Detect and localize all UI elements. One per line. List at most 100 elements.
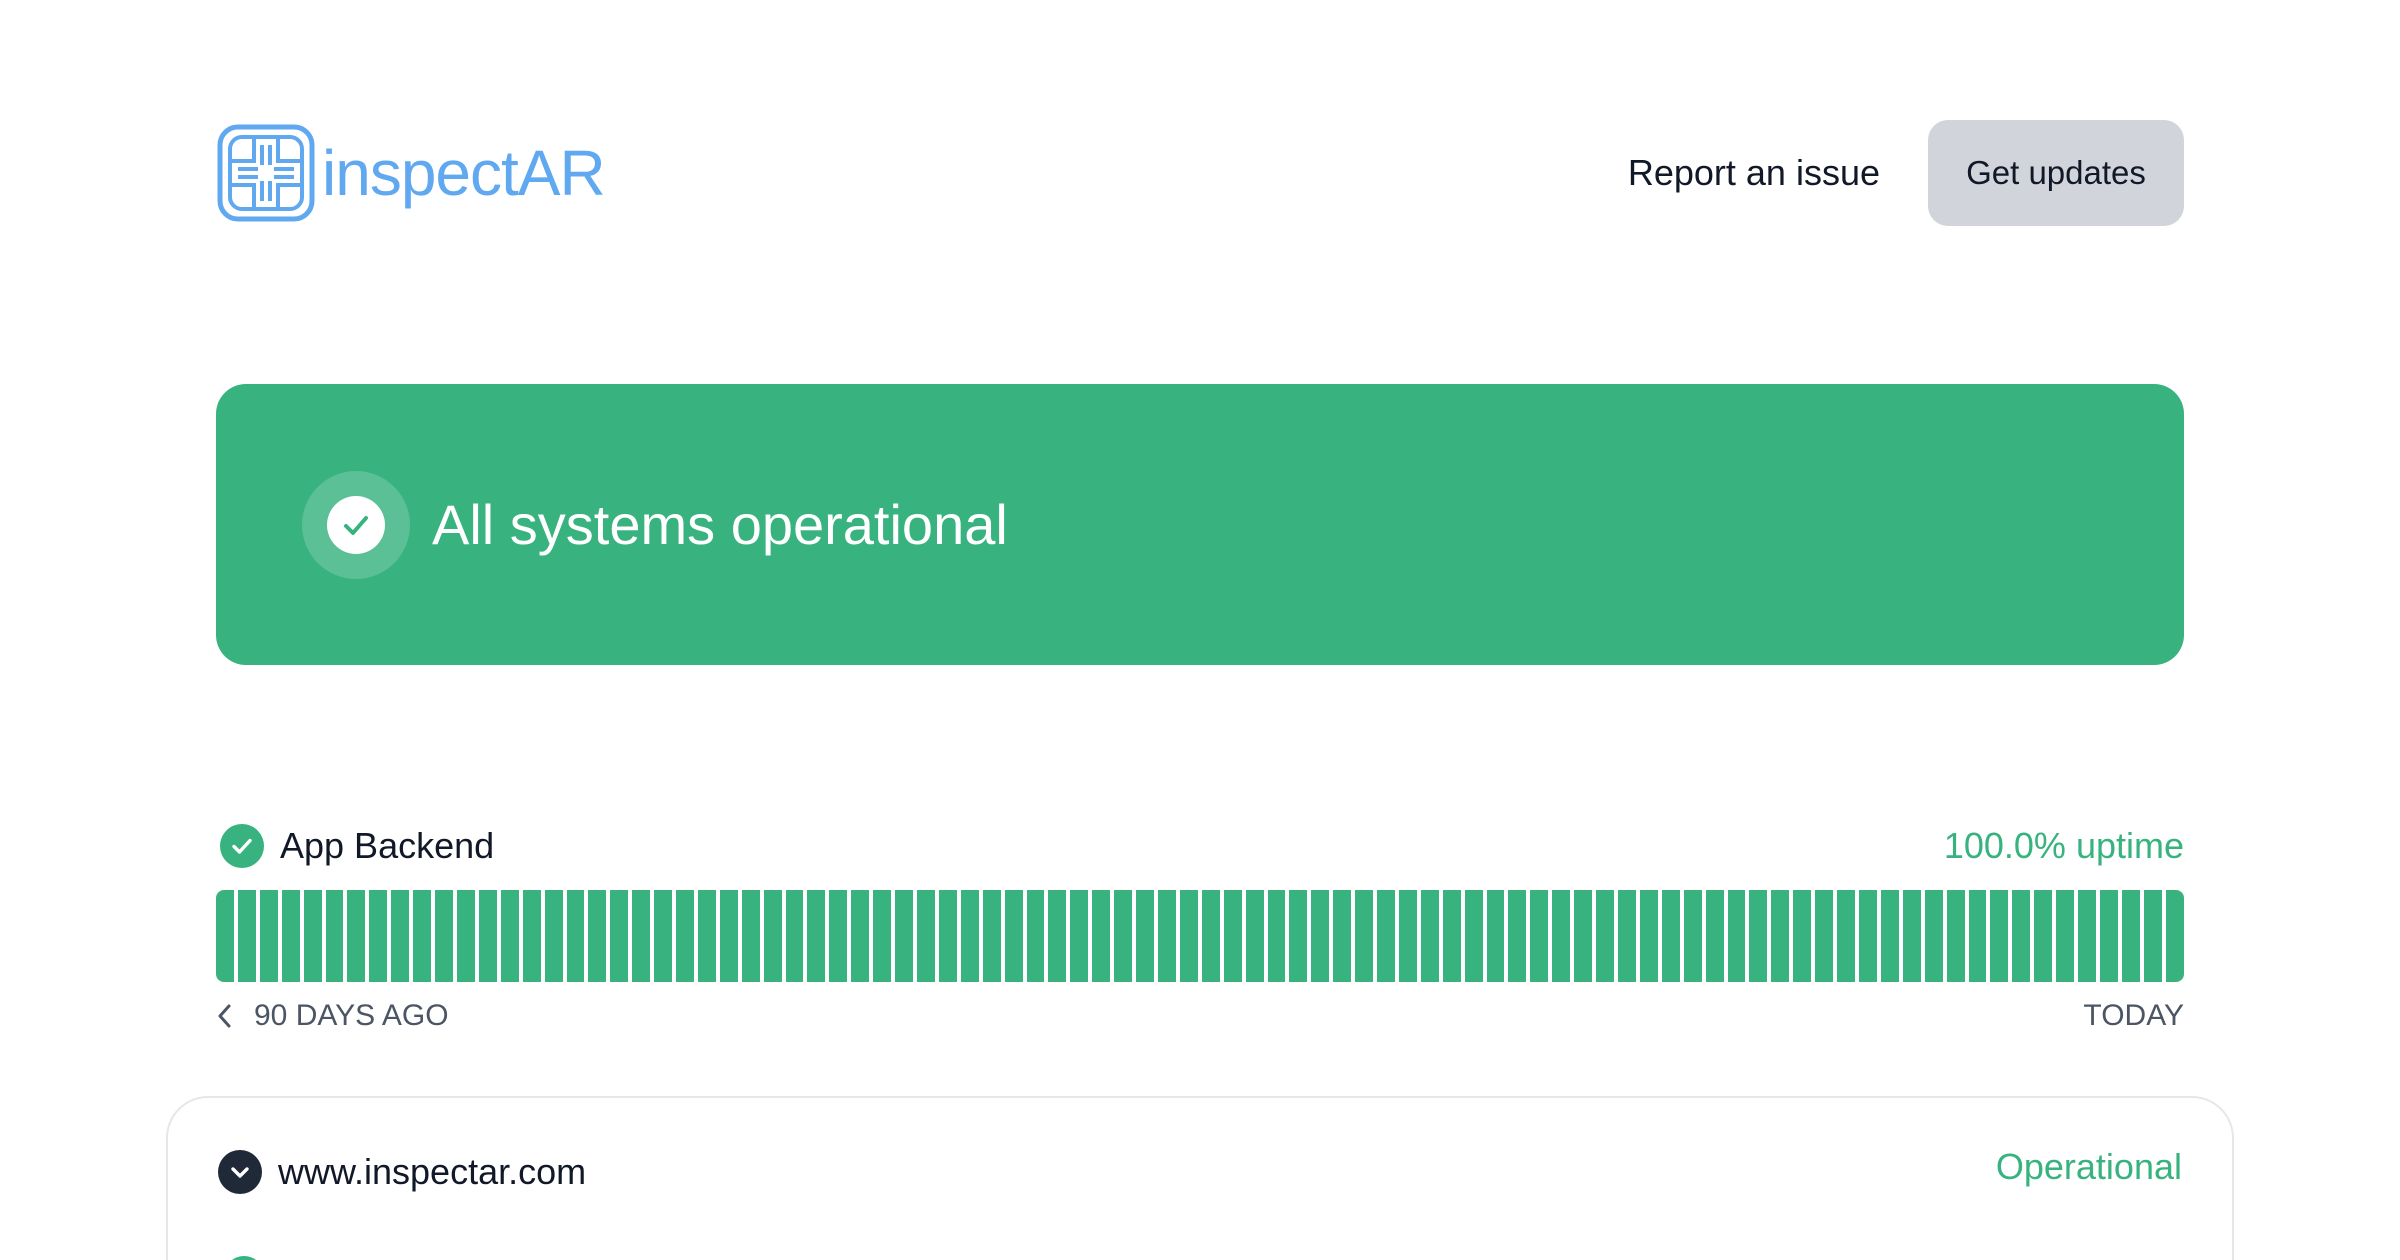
uptime-day-bar[interactable] [1902, 890, 1921, 982]
uptime-day-bar[interactable] [2078, 890, 2096, 982]
uptime-day-bar[interactable] [719, 890, 738, 982]
uptime-day-bar[interactable] [829, 890, 848, 982]
uptime-day-bar[interactable] [2012, 890, 2031, 982]
uptime-day-bar[interactable] [2034, 890, 2053, 982]
logo[interactable]: inspectAR [216, 123, 606, 223]
uptime-day-bar[interactable] [1705, 890, 1724, 982]
uptime-day-bar[interactable] [413, 890, 432, 982]
uptime-day-bar[interactable] [763, 890, 782, 982]
uptime-day-bar[interactable] [1355, 890, 1374, 982]
uptime-day-bar[interactable] [1398, 890, 1417, 982]
uptime-day-bar[interactable] [1749, 890, 1768, 982]
uptime-day-bar[interactable] [1661, 890, 1680, 982]
uptime-day-bar[interactable] [1837, 890, 1855, 982]
header: inspectAR Report an issue Get updates [216, 120, 2184, 226]
uptime-day-bar[interactable] [610, 890, 629, 982]
uptime-day-bar[interactable] [1377, 890, 1395, 982]
uptime-day-bar[interactable] [654, 890, 673, 982]
uptime-day-bar[interactable] [1639, 890, 1658, 982]
uptime-day-bar[interactable] [938, 890, 957, 982]
uptime-day-bar[interactable] [2143, 890, 2162, 982]
uptime-day-bar[interactable] [1508, 890, 1527, 982]
uptime-day-bar[interactable] [1596, 890, 1614, 982]
uptime-day-bar[interactable] [741, 890, 760, 982]
uptime-day-bar[interactable] [895, 890, 913, 982]
chevron-down-icon[interactable] [218, 1150, 262, 1194]
uptime-day-bar[interactable] [1201, 890, 1220, 982]
uptime-day-bar[interactable] [2099, 890, 2118, 982]
uptime-day-bar[interactable] [1464, 890, 1483, 982]
uptime-day-bar[interactable] [1092, 890, 1111, 982]
component-title: App Backend [216, 824, 494, 868]
uptime-day-bar[interactable] [566, 890, 585, 982]
uptime-day-bar[interactable] [391, 890, 410, 982]
uptime-day-bar[interactable] [303, 890, 322, 982]
get-updates-button[interactable]: Get updates [1928, 120, 2184, 226]
uptime-day-bar[interactable] [1968, 890, 1987, 982]
uptime-day-bar[interactable] [1530, 890, 1549, 982]
uptime-day-bar[interactable] [1574, 890, 1593, 982]
uptime-day-bar[interactable] [807, 890, 826, 982]
uptime-day-bar[interactable] [544, 890, 563, 982]
uptime-day-bar[interactable] [1793, 890, 1812, 982]
uptime-day-bar[interactable] [1552, 890, 1571, 982]
uptime-day-bar[interactable] [960, 890, 979, 982]
uptime-day-bar[interactable] [1442, 890, 1461, 982]
uptime-day-bar[interactable] [1946, 890, 1965, 982]
report-issue-link[interactable]: Report an issue [1628, 152, 1880, 194]
uptime-day-bar[interactable] [1683, 890, 1702, 982]
uptime-day-bar[interactable] [522, 890, 541, 982]
uptime-day-bar[interactable] [1420, 890, 1439, 982]
uptime-day-bar[interactable] [1048, 890, 1067, 982]
uptime-day-bar[interactable] [259, 890, 278, 982]
uptime-day-bar[interactable] [1727, 890, 1746, 982]
uptime-day-bar[interactable] [1179, 890, 1198, 982]
chevron-left-icon[interactable] [216, 1003, 232, 1029]
uptime-day-bar[interactable] [1114, 890, 1133, 982]
uptime-day-bar[interactable] [2056, 890, 2075, 982]
uptime-day-bar[interactable] [917, 890, 935, 982]
group-header[interactable]: www.inspectar.com Operational [218, 1146, 2182, 1194]
uptime-day-bar[interactable] [325, 890, 344, 982]
uptime-day-bar[interactable] [2165, 890, 2184, 982]
uptime-day-bar[interactable] [435, 890, 453, 982]
uptime-day-bar[interactable] [1026, 890, 1045, 982]
uptime-day-bar[interactable] [1004, 890, 1023, 982]
uptime-day-bar[interactable] [1618, 890, 1636, 982]
component-uptime: 100.0% uptime [1943, 825, 2184, 866]
uptime-day-bar[interactable] [982, 890, 1001, 982]
uptime-day-bar[interactable] [632, 890, 651, 982]
uptime-day-bar[interactable] [347, 890, 366, 982]
uptime-day-bar[interactable] [216, 890, 234, 982]
uptime-day-bar[interactable] [237, 890, 256, 982]
uptime-day-bar[interactable] [369, 890, 388, 982]
range-start[interactable]: 90 DAYS AGO [216, 999, 449, 1033]
uptime-day-bar[interactable] [1245, 890, 1264, 982]
uptime-day-bar[interactable] [1223, 890, 1242, 982]
uptime-day-bar[interactable] [588, 890, 607, 982]
uptime-day-bar[interactable] [1771, 890, 1790, 982]
uptime-day-bar[interactable] [1070, 890, 1089, 982]
uptime-day-bar[interactable] [478, 890, 497, 982]
uptime-day-bar[interactable] [1815, 890, 1834, 982]
uptime-day-bar[interactable] [676, 890, 694, 982]
uptime-day-bar[interactable] [785, 890, 804, 982]
uptime-day-bar[interactable] [873, 890, 892, 982]
uptime-day-bar[interactable] [1267, 890, 1286, 982]
uptime-day-bar[interactable] [1289, 890, 1308, 982]
uptime-day-bar[interactable] [851, 890, 870, 982]
uptime-day-bar[interactable] [500, 890, 519, 982]
uptime-day-bar[interactable] [697, 890, 716, 982]
uptime-day-bar[interactable] [1486, 890, 1505, 982]
uptime-day-bar[interactable] [456, 890, 475, 982]
uptime-day-bar[interactable] [1924, 890, 1943, 982]
uptime-day-bar[interactable] [1880, 890, 1899, 982]
uptime-day-bar[interactable] [281, 890, 300, 982]
uptime-day-bar[interactable] [1311, 890, 1330, 982]
uptime-day-bar[interactable] [1990, 890, 2009, 982]
uptime-day-bar[interactable] [1333, 890, 1352, 982]
uptime-day-bar[interactable] [2121, 890, 2140, 982]
uptime-day-bar[interactable] [1157, 890, 1176, 982]
uptime-day-bar[interactable] [1136, 890, 1154, 982]
uptime-day-bar[interactable] [1858, 890, 1877, 982]
